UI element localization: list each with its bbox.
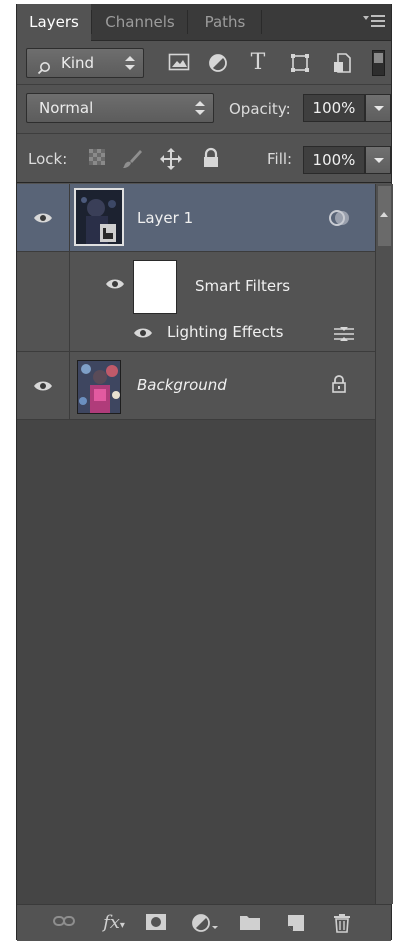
lock-image-icon[interactable] (120, 148, 144, 172)
blending-options-icon[interactable] (333, 326, 355, 342)
lock-icon[interactable] (331, 374, 347, 394)
filter-row: Kind T (17, 41, 391, 85)
layer-name[interactable]: Layer 1 (137, 209, 193, 227)
tab-channels[interactable]: Channels (93, 4, 187, 40)
smart-filter-badge-icon[interactable] (329, 208, 351, 228)
eye-icon[interactable] (33, 212, 53, 224)
smart-filters-row[interactable]: Smart Filters (17, 252, 375, 314)
new-layer-icon[interactable] (285, 913, 307, 933)
visibility-cell (17, 352, 70, 419)
blend-row: Normal Opacity: 100% (17, 90, 391, 134)
kind-filter-select[interactable]: Kind (26, 48, 144, 78)
tab-layers[interactable]: Layers (17, 4, 91, 41)
filter-name[interactable]: Lighting Effects (167, 323, 283, 341)
smart-filters-label: Smart Filters (195, 277, 291, 295)
visibility-cell (17, 252, 70, 314)
lock-label: Lock: (28, 150, 68, 168)
lock-position-icon[interactable] (159, 147, 183, 171)
layer-thumbnail (77, 360, 121, 414)
image-filter-icon[interactable] (167, 52, 191, 76)
select-arrows-icon (125, 56, 135, 70)
smart-filter-mask-thumbnail[interactable] (133, 260, 177, 314)
fill-dropdown-button[interactable] (365, 146, 391, 174)
visibility-cell (17, 314, 70, 351)
trash-icon[interactable] (331, 913, 353, 933)
fill-label: Fill: (267, 150, 293, 168)
lock-row: Lock: Fill: 100% (17, 137, 391, 183)
mask-icon[interactable] (145, 913, 167, 933)
tab-bar: Layers Channels Paths (17, 4, 391, 41)
kind-label: Kind (61, 54, 95, 72)
adjustment-icon[interactable] (191, 913, 219, 933)
eye-icon[interactable] (133, 327, 153, 339)
link-icon[interactable] (53, 913, 75, 933)
layers-scrollbar[interactable] (375, 184, 393, 904)
fx-icon[interactable]: fx▾ (99, 913, 129, 933)
smart-object-filter-icon[interactable] (330, 52, 354, 76)
tab-paths[interactable]: Paths (189, 4, 261, 40)
layers-bottom-bar: fx▾ (17, 904, 391, 941)
opacity-dropdown-button[interactable] (365, 94, 391, 122)
scroll-up-icon[interactable] (380, 212, 388, 217)
select-arrows-icon (195, 101, 205, 115)
eye-icon[interactable] (105, 278, 125, 290)
lock-all-icon[interactable] (199, 147, 223, 171)
folder-icon[interactable] (239, 913, 261, 933)
lock-transparent-icon[interactable] (85, 148, 109, 172)
blend-mode-select[interactable]: Normal (26, 93, 214, 123)
type-filter-icon[interactable]: T (246, 51, 270, 75)
layer-row-background[interactable]: Background (17, 352, 375, 420)
layers-panel: Layers Channels Paths Kind T Normal Opac… (16, 4, 393, 941)
opacity-input[interactable]: 100% (303, 94, 365, 122)
filter-toggle-icon[interactable] (372, 50, 385, 76)
eye-icon[interactable] (33, 380, 53, 392)
layer-thumbnail (74, 188, 124, 246)
panel-menu-icon[interactable] (363, 13, 385, 31)
layer-name[interactable]: Background (137, 376, 227, 394)
adjustment-filter-icon[interactable] (206, 52, 230, 76)
layer-row-layer-1[interactable]: Layer 1 (17, 184, 375, 252)
shape-filter-icon[interactable] (288, 52, 312, 76)
blend-mode-value: Normal (39, 99, 94, 117)
search-icon (37, 56, 51, 75)
visibility-cell (17, 184, 70, 251)
fill-input[interactable]: 100% (303, 146, 365, 174)
opacity-label: Opacity: (229, 100, 291, 118)
filter-row-lighting-effects[interactable]: Lighting Effects (17, 314, 375, 352)
